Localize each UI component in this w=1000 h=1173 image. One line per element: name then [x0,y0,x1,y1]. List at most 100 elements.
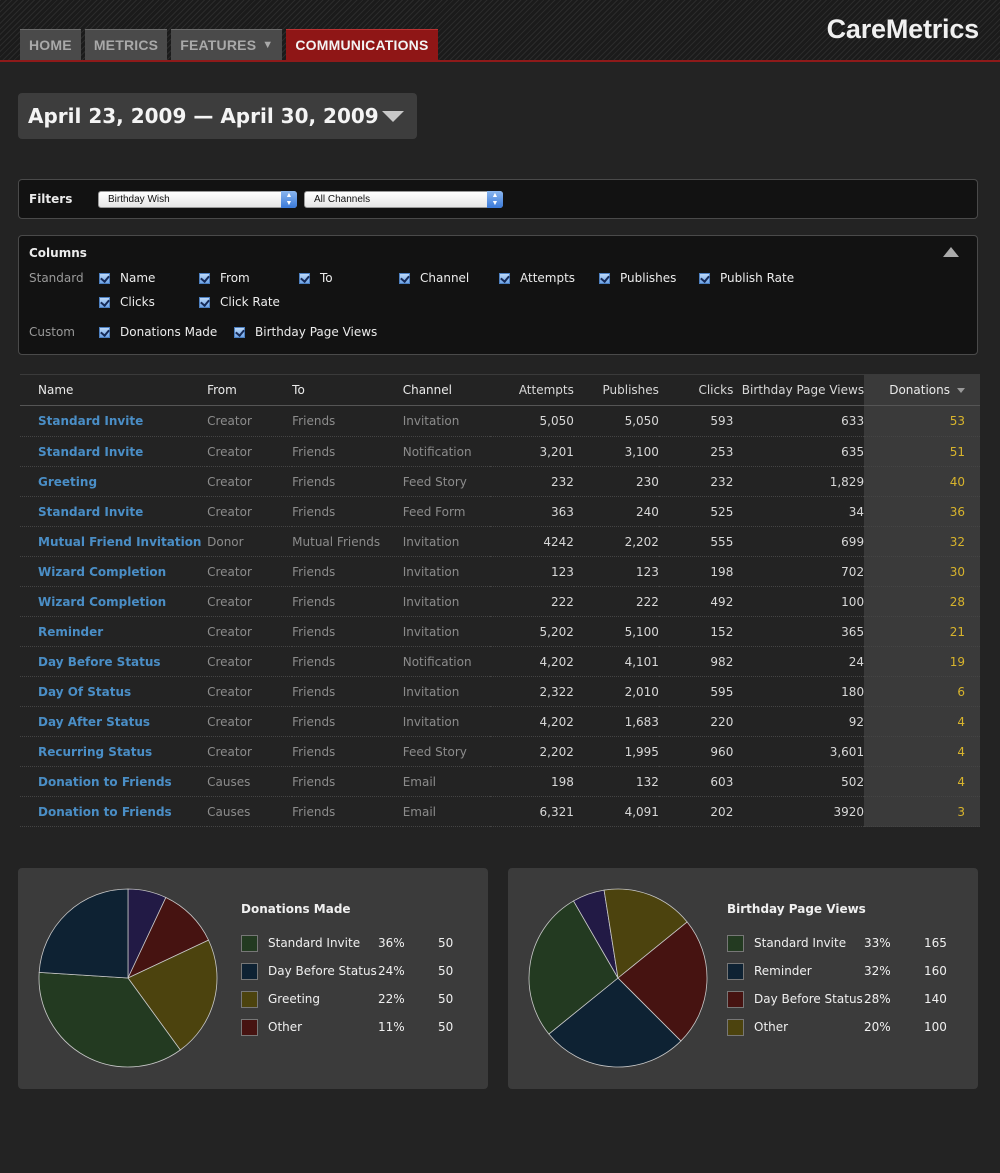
column-checkbox-from[interactable]: From [199,271,250,285]
column-checkbox-clicks[interactable]: Clicks [99,295,155,309]
column-header-birthday-page-views[interactable]: Birthday Page Views [733,374,865,406]
cell-publishes: 222 [573,586,659,617]
table-row[interactable]: Donation to Friends Causes Friends Email 6,3… [20,796,980,827]
birthday-page-views-chart-title: Birthday Page Views [727,902,866,916]
cell-name[interactable]: Wizard Completion [20,556,208,587]
cell-to: Friends [292,496,403,527]
column-header-name[interactable]: Name [20,374,208,406]
checkbox-checked-icon[interactable] [399,272,410,284]
legend-percent: 22% [378,992,405,1006]
checkbox-label: Attempts [520,271,576,285]
checkbox-checked-icon[interactable] [99,326,110,338]
table-row[interactable]: Wizard Completion Creator Friends Invitatio… [20,556,980,587]
table-row[interactable]: Donation to Friends Causes Friends Email 198… [20,766,980,797]
birthday-page-views-pie [528,888,708,1068]
column-header-attempts[interactable]: Attempts [489,374,574,406]
checkbox-checked-icon[interactable] [199,296,210,308]
checkbox-checked-icon[interactable] [199,272,210,284]
cell-name[interactable]: Donation to Friends [20,766,208,797]
column-header-to[interactable]: To [292,374,403,406]
table-row[interactable]: Standard Invite Creator Friends Notificatio… [20,436,980,467]
table-row[interactable]: Standard Invite Creator Friends Invitation 5… [20,405,980,437]
column-checkbox-publish-rate[interactable]: Publish Rate [699,271,794,285]
cell-name[interactable]: Standard Invite [20,436,208,467]
table-row[interactable]: Reminder Creator Friends Invitation 5,202 5,1… [20,616,980,647]
column-checkbox-name[interactable]: Name [99,271,155,285]
filters-panel: Filters Birthday Wish ▲ ▼ All Channels ▲ ▼ [18,179,978,219]
triangle-down-icon[interactable] [382,111,404,122]
column-checkbox-attempts[interactable]: Attempts [499,271,575,285]
checkbox-label: Publishes [620,271,677,285]
checkbox-checked-icon[interactable] [699,272,710,284]
checkbox-checked-icon[interactable] [99,296,110,308]
cell-name[interactable]: Day After Status [20,706,208,737]
tab-metrics[interactable]: METRICS [84,29,168,60]
tab-communications[interactable]: COMMUNICATIONS [286,29,438,60]
cell-channel: Invitation [402,526,490,557]
cell-name[interactable]: Greeting [20,466,208,497]
tab-features[interactable]: FEATURES ▼ [171,29,283,60]
checkbox-checked-icon[interactable] [499,272,510,284]
cell-attempts: 6,321 [489,796,574,827]
column-header-publishes[interactable]: Publishes [573,374,659,406]
cell-name[interactable]: Donation to Friends [20,796,208,827]
cell-publishes: 3,100 [573,436,659,467]
cell-birthday-page-views: 633 [733,405,865,437]
table-row[interactable]: Wizard Completion Creator Friends Invitatio… [20,586,980,617]
checkbox-label: From [220,271,250,285]
cell-name[interactable]: Day Before Status [20,646,208,677]
table-row[interactable]: Greeting Creator Friends Feed Story 232 230 23… [20,466,980,497]
column-header-channel[interactable]: Channel [402,374,490,406]
cell-to: Friends [292,436,403,467]
cell-attempts: 4,202 [489,646,574,677]
checkbox-checked-icon[interactable] [299,272,310,284]
cell-name[interactable]: Wizard Completion [20,586,208,617]
column-header-from[interactable]: From [207,374,293,406]
cell-name[interactable]: Standard Invite [20,496,208,527]
cell-donations: 21 [864,616,980,647]
table-row[interactable]: Standard Invite Creator Friends Feed Form 36… [20,496,980,527]
legend-swatch [241,1018,258,1036]
column-checkbox-click-rate[interactable]: Click Rate [199,295,280,309]
cell-name[interactable]: Recurring Status [20,736,208,767]
checkbox-checked-icon[interactable] [99,272,110,284]
table-row[interactable]: Day Of Status Creator Friends Invitation 2,3… [20,676,980,707]
tab-home[interactable]: HOME [20,29,81,60]
cell-birthday-page-views: 3,601 [733,736,865,767]
table-row[interactable]: Mutual Friend Invitation Donor Mutual Frie… [20,526,980,557]
communications-table: Name From To Channel Attempts Publishes … [20,374,980,827]
collapse-triangle-icon[interactable] [943,247,959,257]
cell-name[interactable]: Standard Invite [20,405,208,437]
column-checkbox-channel[interactable]: Channel [399,271,469,285]
table-row[interactable]: Day After Status Creator Friends Invitation… [20,706,980,737]
cell-channel: Notification [402,436,490,467]
column-header-donations[interactable]: Donations [864,374,980,406]
date-range-picker[interactable]: April 23, 2009 — April 30, 2009 [18,93,417,139]
cell-from: Creator [207,436,293,467]
column-checkbox-publishes[interactable]: Publishes [599,271,676,285]
cell-attempts: 123 [489,556,574,587]
column-header-clicks[interactable]: Clicks [658,374,734,406]
column-checkbox-birthday-page-views[interactable]: Birthday Page Views [234,325,377,339]
cell-name[interactable]: Day Of Status [20,676,208,707]
cell-name[interactable]: Reminder [20,616,208,647]
table-row[interactable]: Day Before Status Creator Friends Notificat… [20,646,980,677]
table-row[interactable]: Recurring Status Creator Friends Feed Story… [20,736,980,767]
cell-name[interactable]: Mutual Friend Invitation [20,526,208,557]
cell-birthday-page-views: 502 [733,766,865,797]
cell-from: Creator [207,466,293,497]
checkbox-checked-icon[interactable] [234,326,245,338]
cell-channel: Feed Story [402,466,490,497]
column-checkbox-donations-made[interactable]: Donations Made [99,325,217,339]
channel-select[interactable]: All Channels ▲ ▼ [304,191,503,208]
legend-percent: 24% [378,964,405,978]
top-bar: HOME METRICS FEATURES ▼ COMMUNICATIONS Ca… [0,0,1000,62]
checkbox-checked-icon[interactable] [599,272,610,284]
cell-clicks: 253 [658,436,734,467]
cell-channel: Invitation [402,586,490,617]
communication-select[interactable]: Birthday Wish ▲ ▼ [98,191,297,208]
column-checkbox-to[interactable]: To [299,271,333,285]
sort-descending-icon [957,388,965,393]
cell-clicks: 603 [658,766,734,797]
checkbox-label: Name [120,271,156,285]
